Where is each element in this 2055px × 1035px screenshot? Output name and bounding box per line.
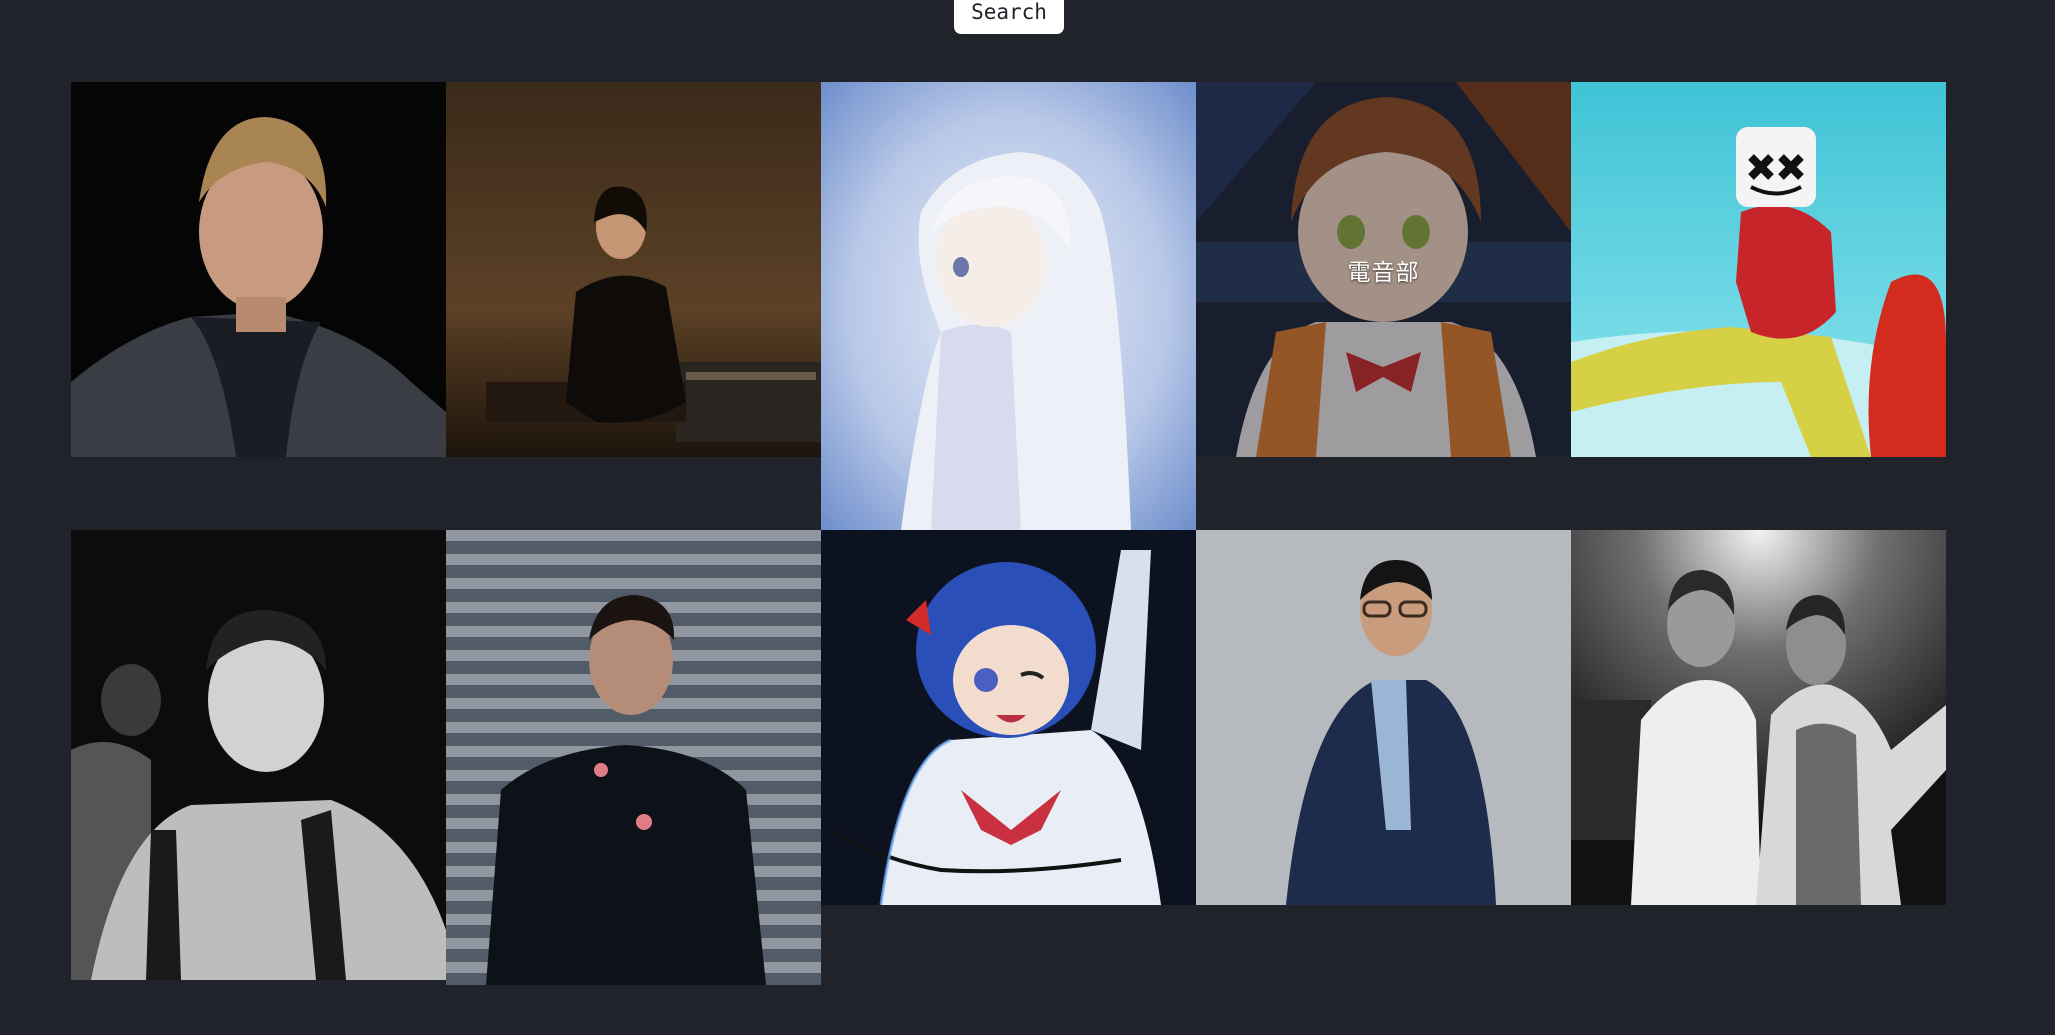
artist-tile-4[interactable]: 電音部 (1196, 82, 1571, 457)
portrait-photo-icon (1571, 530, 1946, 905)
artist-tile-9[interactable] (1196, 530, 1571, 905)
anime-illustration-icon (821, 82, 1196, 530)
search-button[interactable]: Search (954, 0, 1064, 34)
artist-tile-3[interactable] (821, 82, 1196, 530)
artist-tile-5[interactable] (1571, 82, 1946, 457)
artist-tile-6[interactable] (71, 530, 446, 980)
artist-tile-2[interactable] (446, 82, 821, 457)
portrait-photo-icon (71, 82, 446, 457)
artist-tile-1[interactable] (71, 82, 446, 457)
anime-illustration-icon (821, 530, 1196, 905)
artist-tile-8[interactable] (821, 530, 1196, 905)
portrait-photo-icon (1571, 82, 1946, 457)
tile-caption: 電音部 (1347, 259, 1420, 286)
artist-tile-7[interactable] (446, 530, 821, 985)
portrait-photo-icon (446, 530, 821, 985)
portrait-photo-icon (71, 530, 446, 980)
portrait-photo-icon (446, 82, 821, 457)
portrait-photo-icon (1196, 530, 1571, 905)
artist-tile-10[interactable] (1571, 530, 1946, 905)
